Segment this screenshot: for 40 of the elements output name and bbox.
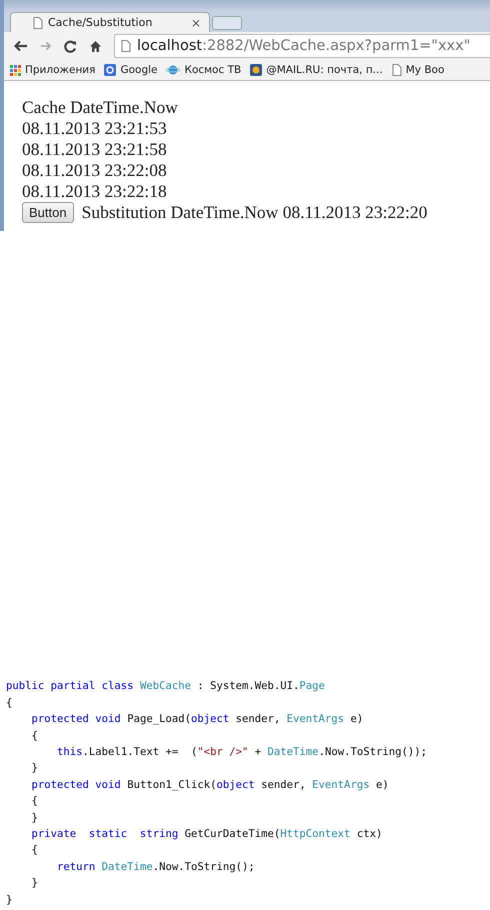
planet-icon [166, 64, 180, 76]
bookmark[interactable]: My Boo [392, 64, 444, 76]
code-line: { [30, 728, 39, 744]
bookmark[interactable]: @MAIL.RU: почта, п... [250, 64, 383, 76]
back-icon[interactable] [14, 40, 28, 52]
button[interactable]: Button [22, 202, 74, 223]
address-field[interactable]: localhost:2882/WebCache.aspx?parm1="xxx" [114, 34, 490, 58]
code-line: protected void Page_Load(object sender, EventArgs e) [30, 712, 364, 728]
code-line: } [30, 761, 39, 776]
close-tab-button[interactable]: × [190, 16, 201, 30]
tab-title: Cache/Substitution [48, 16, 154, 29]
page-icon [33, 16, 43, 28]
timestamp-text: 08.11.2013 23:21:53 [22, 118, 168, 139]
bookmark[interactable]: Google [104, 64, 158, 76]
apps-grid-icon [10, 64, 21, 76]
circle-logo-icon [250, 64, 262, 76]
browser-tab[interactable]: Cache/Substitution × [10, 12, 210, 32]
bookmark[interactable]: Космос ТВ [166, 64, 242, 76]
bookmark[interactable]: Приложения [10, 64, 96, 76]
page-icon [121, 40, 131, 52]
code-line: } [30, 876, 39, 892]
code-line: { [30, 843, 39, 858]
code-line: } [6, 892, 14, 908]
code-line: { [6, 696, 14, 711]
code-line: this.Label1.Text += ("<br />" + DateTime.Now.ToString()); [56, 744, 428, 760]
code-line: { [30, 794, 39, 810]
home-icon[interactable] [89, 40, 102, 52]
code-line: return DateTime.Now.ToString(); [56, 860, 256, 875]
timestamp-text: 08.11.2013 23:22:08 [22, 160, 168, 181]
page-icon [392, 64, 402, 76]
code-line: public partial class WebCache : System.Web.UI.Page [6, 679, 326, 694]
code-line: } [30, 810, 39, 826]
heading-text: Cache DateTime.Now [22, 97, 179, 118]
ring-logo-icon [104, 64, 116, 76]
code-line: protected void Button1_Click(object sender, EventArgs e) [30, 778, 390, 793]
substitution-text: Substitution DateTime.Now 08.11.2013 23:22:20 [82, 202, 428, 223]
reload-icon[interactable] [64, 40, 77, 52]
code-line: private static string GetCurDateTime(HttpContext ctx) [30, 826, 384, 842]
timestamp-text: 08.11.2013 23:22:18 [22, 181, 168, 202]
timestamp-text: 08.11.2013 23:21:58 [22, 139, 168, 160]
